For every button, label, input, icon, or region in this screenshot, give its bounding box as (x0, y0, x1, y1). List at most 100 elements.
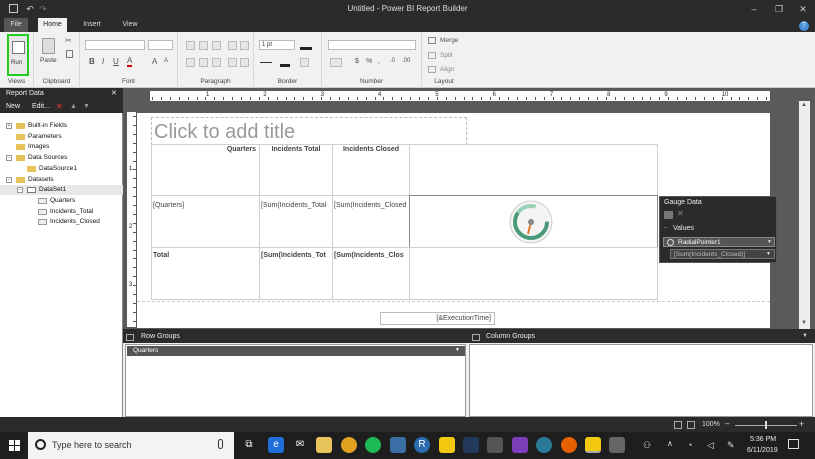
move-up-icon[interactable]: ▲ (70, 100, 77, 113)
microphone-icon[interactable] (218, 439, 223, 449)
copy-icon[interactable] (66, 50, 73, 58)
cut-icon[interactable]: ✂ (65, 36, 72, 45)
line-style-icon[interactable] (260, 62, 272, 63)
gauge-delete-icon[interactable]: ✕ (677, 209, 684, 218)
notifications-icon[interactable] (788, 439, 799, 449)
tree-item[interactable]: − Datasets (0, 175, 123, 185)
increase-decimals-icon[interactable]: .0 (390, 58, 395, 64)
zoom-in-icon[interactable]: + (799, 419, 804, 429)
percent-icon[interactable]: % (366, 58, 372, 65)
print-layout-icon[interactable] (687, 421, 695, 429)
help-icon[interactable]: ? (799, 21, 809, 31)
scroll-up-icon[interactable]: ▲ (801, 102, 807, 108)
underline-icon[interactable]: U (113, 57, 119, 66)
clock-date[interactable]: 6/11/2019 (747, 447, 778, 454)
maximize-icon[interactable]: ❐ (773, 3, 785, 15)
tree-item[interactable]: Quarters (0, 196, 123, 206)
grouping-menu-icon[interactable]: ▼ (802, 333, 808, 339)
network-icon[interactable]: ◔ (687, 440, 692, 450)
split-button[interactable]: Split (440, 52, 453, 59)
paint-icon[interactable] (390, 437, 406, 453)
volume-icon[interactable]: ◁ (707, 440, 714, 451)
tree-item[interactable]: DataSource1 (0, 164, 123, 174)
minimize-icon[interactable]: – (748, 3, 760, 15)
paste-icon[interactable] (42, 38, 55, 54)
clock-time[interactable]: 5:36 PM (750, 436, 776, 443)
taskbar-search-box[interactable]: Type here to search (28, 432, 234, 459)
close-icon[interactable]: ✕ (797, 3, 809, 15)
total-label[interactable]: Total (151, 247, 260, 300)
tree-toggle-icon[interactable]: − (6, 176, 12, 183)
tree-item[interactable]: + Built-in Fields (0, 121, 123, 131)
numbering-icon[interactable] (240, 58, 249, 67)
vertical-scrollbar[interactable]: ▲ ▼ (799, 101, 810, 329)
edit-button[interactable]: Edit... (32, 100, 50, 113)
italic-icon[interactable]: I (102, 57, 104, 66)
radial-gauge[interactable] (508, 199, 554, 245)
tab-home[interactable]: Home (38, 18, 67, 32)
number-format-combo[interactable] (328, 40, 416, 50)
total-gauge-cell[interactable] (409, 247, 658, 300)
align-top-icon[interactable] (186, 41, 195, 50)
bold-icon[interactable]: B (89, 57, 95, 66)
placeholder-styles-icon[interactable] (330, 58, 342, 67)
tab-view[interactable]: View (116, 18, 144, 32)
run-button[interactable]: Run (7, 34, 29, 76)
row-group-item[interactable]: Quarters ▼ (127, 346, 465, 356)
header-incidents-total[interactable]: Incidents Total (259, 144, 333, 196)
windows-start-icon[interactable] (9, 440, 20, 451)
bullets-icon[interactable] (228, 58, 237, 67)
tab-insert[interactable]: Insert (77, 18, 107, 32)
app-feather-icon[interactable] (487, 437, 503, 453)
move-down-icon[interactable]: ▼ (83, 100, 90, 113)
align-bottom-icon[interactable] (212, 41, 221, 50)
spotify-icon[interactable] (365, 437, 381, 453)
gauge-properties-icon[interactable] (664, 211, 673, 219)
detail-incidents-total[interactable]: [Sum(Incidents_Total (259, 195, 333, 248)
tree-toggle-icon[interactable]: − (17, 187, 23, 194)
tree-toggle-icon[interactable]: − (6, 155, 12, 162)
shrink-font-icon[interactable]: A (164, 58, 168, 64)
task-view-icon[interactable]: ⧉ (241, 437, 257, 453)
tree-item[interactable]: Parameters (0, 132, 123, 142)
new-button[interactable]: New (6, 100, 20, 113)
total-incidents-total[interactable]: [Sum(Incidents_Tot (259, 247, 333, 300)
app-blue-icon[interactable] (463, 437, 479, 453)
pen-color-icon[interactable] (280, 57, 290, 67)
align-middle-icon[interactable] (199, 41, 208, 50)
align-right-icon[interactable] (212, 58, 221, 67)
border-width-combo[interactable]: 1 pt (259, 40, 295, 50)
values-expand-icon[interactable]: – (664, 225, 667, 231)
font-size-combo[interactable] (148, 40, 173, 50)
file-explorer-icon[interactable] (316, 437, 332, 453)
decrease-decimals-icon[interactable]: .00 (402, 58, 410, 64)
border-color-icon[interactable] (300, 40, 312, 50)
tab-file[interactable]: File (4, 18, 28, 32)
panel-close-icon[interactable]: ✕ (111, 88, 117, 100)
value-dropdown[interactable]: [Sum(Incidents_Closed)] ▼ (670, 249, 775, 259)
people-icon[interactable]: ⚇ (643, 440, 651, 451)
show-hidden-icons-icon[interactable]: ∧ (667, 439, 673, 448)
header-quarters[interactable]: Quarters (151, 144, 260, 196)
header-incidents-closed[interactable]: Incidents Closed (332, 144, 410, 196)
font-family-combo[interactable] (85, 40, 145, 50)
align-button[interactable]: Align (440, 66, 454, 73)
decrease-indent-icon[interactable] (228, 41, 237, 50)
row-group-chevron-icon[interactable]: ▼ (455, 347, 460, 353)
chrome-icon[interactable] (341, 437, 357, 453)
edge-icon[interactable]: e (268, 437, 284, 453)
app-grid-icon[interactable] (609, 437, 625, 453)
execution-time-textbox[interactable]: [&ExecutionTime] (380, 312, 495, 325)
pen-icon[interactable]: ✎ (727, 440, 735, 451)
font-color-icon[interactable]: A (127, 56, 133, 67)
firefox-icon[interactable] (561, 437, 577, 453)
increase-indent-icon[interactable] (240, 41, 249, 50)
report-builder-icon[interactable] (585, 437, 601, 453)
scroll-down-icon[interactable]: ▼ (801, 320, 807, 326)
app-r-icon[interactable]: R (414, 437, 430, 453)
page-view-icon[interactable] (674, 421, 682, 429)
align-left-icon[interactable] (186, 58, 195, 67)
tree-item[interactable]: − Data Sources (0, 153, 123, 163)
total-incidents-closed[interactable]: [Sum(Incidents_Clos (332, 247, 410, 300)
tree-item[interactable]: Incidents_Total (0, 207, 123, 217)
